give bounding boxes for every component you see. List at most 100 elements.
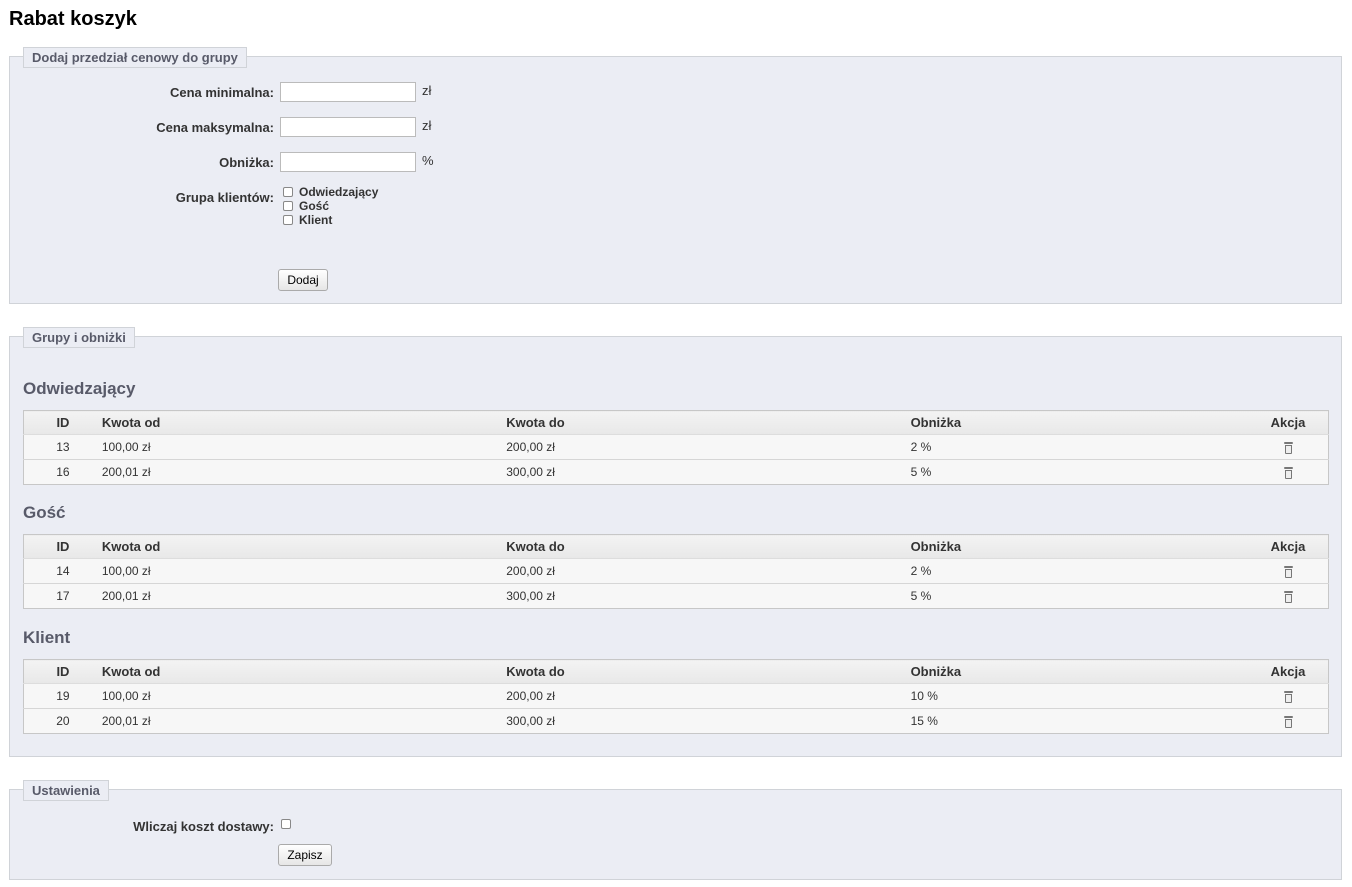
col-to-header: Kwota do (506, 534, 911, 559)
row-action (1248, 434, 1329, 460)
discount-label: Obniżka: (219, 155, 274, 170)
customer-group-option-customer[interactable]: Klient (283, 213, 378, 227)
customer-checkbox[interactable] (283, 215, 293, 225)
table-row: 14 100,00 zł 200,00 zł 2 % (23, 558, 1329, 584)
trash-icon[interactable] (1283, 690, 1293, 703)
customer-checkbox-label: Klient (299, 213, 333, 227)
customer-group-option-guest[interactable]: Gość (283, 199, 378, 213)
max-price-label: Cena maksymalna: (156, 120, 274, 135)
row-to: 200,00 zł (506, 558, 911, 584)
max-price-unit: zł (422, 118, 432, 133)
group-title-guest: Gość (23, 503, 66, 522)
col-to-header: Kwota do (506, 410, 911, 435)
guest-checkbox[interactable] (283, 201, 293, 211)
col-discount-header: Obniżka (910, 534, 1249, 559)
row-id: 16 (23, 459, 102, 485)
row-from: 200,01 zł (101, 708, 507, 734)
row-id: 19 (23, 683, 102, 709)
table-header-row: ID Kwota od Kwota do Obniżka Akcja (23, 410, 1329, 435)
customer-group-label: Grupa klientów: (175, 190, 274, 205)
row-discount: 5 % (910, 459, 1249, 485)
table-row: 20 200,01 zł 300,00 zł 15 % (23, 708, 1329, 734)
row-action (1248, 459, 1329, 485)
row-id: 13 (23, 434, 102, 460)
row-action (1248, 583, 1329, 609)
row-id: 20 (23, 708, 102, 734)
discount-row: Obniżka: % (10, 152, 1341, 174)
discount-table-visitor: ID Kwota od Kwota do Obniżka Akcja 13 10… (23, 410, 1329, 485)
shipping-row: Wliczaj koszt dostawy: (10, 816, 1341, 838)
add-price-range-legend: Dodaj przedział cenowy do grupy (23, 47, 247, 68)
trash-icon[interactable] (1283, 441, 1293, 454)
row-from: 100,00 zł (101, 558, 507, 584)
col-from-header: Kwota od (101, 534, 507, 559)
row-from: 200,01 zł (101, 583, 507, 609)
visitor-checkbox-label: Odwiedzający (299, 185, 379, 199)
row-discount: 2 % (910, 558, 1249, 584)
row-from: 200,01 zł (101, 459, 507, 485)
discount-unit: % (422, 153, 434, 168)
settings-legend: Ustawienia (23, 780, 109, 801)
col-id-header: ID (23, 534, 102, 559)
col-discount-header: Obniżka (910, 659, 1249, 684)
col-id-header: ID (23, 410, 102, 435)
discount-input[interactable] (280, 152, 416, 172)
row-discount: 10 % (910, 683, 1249, 709)
row-discount: 15 % (910, 708, 1249, 734)
row-action (1248, 708, 1329, 734)
save-button[interactable]: Zapisz (278, 844, 332, 866)
trash-icon[interactable] (1283, 715, 1293, 728)
shipping-checkbox[interactable] (281, 819, 291, 829)
col-id-header: ID (23, 659, 102, 684)
table-row: 17 200,01 zł 300,00 zł 5 % (23, 583, 1329, 609)
row-id: 14 (23, 558, 102, 584)
discount-table-customer: ID Kwota od Kwota do Obniżka Akcja 19 10… (23, 659, 1329, 734)
col-discount-header: Obniżka (910, 410, 1249, 435)
row-discount: 2 % (910, 434, 1249, 460)
min-price-input[interactable] (280, 82, 416, 102)
groups-discounts-fieldset: Grupy i obniżki Odwiedzający ID Kwota od… (9, 327, 1342, 757)
add-price-range-fieldset: Dodaj przedział cenowy do grupy Cena min… (9, 47, 1342, 304)
row-discount: 5 % (910, 583, 1249, 609)
col-to-header: Kwota do (506, 659, 911, 684)
page-title: Rabat koszyk (9, 8, 137, 30)
add-button[interactable]: Dodaj (278, 269, 328, 291)
shipping-label: Wliczaj koszt dostawy: (133, 819, 274, 834)
col-action-header: Akcja (1248, 659, 1329, 684)
min-price-unit: zł (422, 83, 432, 98)
table-header-row: ID Kwota od Kwota do Obniżka Akcja (23, 534, 1329, 559)
trash-icon[interactable] (1283, 590, 1293, 603)
groups-discounts-legend: Grupy i obniżki (23, 327, 135, 348)
discount-table-guest: ID Kwota od Kwota do Obniżka Akcja 14 10… (23, 534, 1329, 609)
row-to: 200,00 zł (506, 683, 911, 709)
col-action-header: Akcja (1248, 410, 1329, 435)
max-price-row: Cena maksymalna: zł (10, 117, 1341, 139)
row-to: 200,00 zł (506, 434, 911, 460)
row-from: 100,00 zł (101, 683, 507, 709)
col-action-header: Akcja (1248, 534, 1329, 559)
row-to: 300,00 zł (506, 583, 911, 609)
col-from-header: Kwota od (101, 410, 507, 435)
row-from: 100,00 zł (101, 434, 507, 460)
settings-fieldset: Ustawienia Wliczaj koszt dostawy: Zapisz (9, 780, 1342, 880)
group-title-customer: Klient (23, 628, 71, 647)
max-price-input[interactable] (280, 117, 416, 137)
customer-group-checkboxes: Odwiedzający Gość Klient (283, 185, 378, 227)
col-from-header: Kwota od (101, 659, 507, 684)
trash-icon[interactable] (1283, 466, 1293, 479)
customer-group-row: Grupa klientów: (10, 187, 1341, 209)
min-price-label: Cena minimalna: (169, 85, 274, 100)
table-row: 13 100,00 zł 200,00 zł 2 % (23, 434, 1329, 460)
row-to: 300,00 zł (506, 459, 911, 485)
table-row: 19 100,00 zł 200,00 zł 10 % (23, 683, 1329, 709)
row-id: 17 (23, 583, 102, 609)
trash-icon[interactable] (1283, 565, 1293, 578)
row-to: 300,00 zł (506, 708, 911, 734)
min-price-row: Cena minimalna: zł (10, 82, 1341, 104)
row-action (1248, 558, 1329, 584)
table-row: 16 200,01 zł 300,00 zł 5 % (23, 459, 1329, 485)
table-header-row: ID Kwota od Kwota do Obniżka Akcja (23, 659, 1329, 684)
customer-group-option-visitor[interactable]: Odwiedzający (283, 185, 378, 199)
visitor-checkbox[interactable] (283, 187, 293, 197)
guest-checkbox-label: Gość (299, 199, 330, 213)
